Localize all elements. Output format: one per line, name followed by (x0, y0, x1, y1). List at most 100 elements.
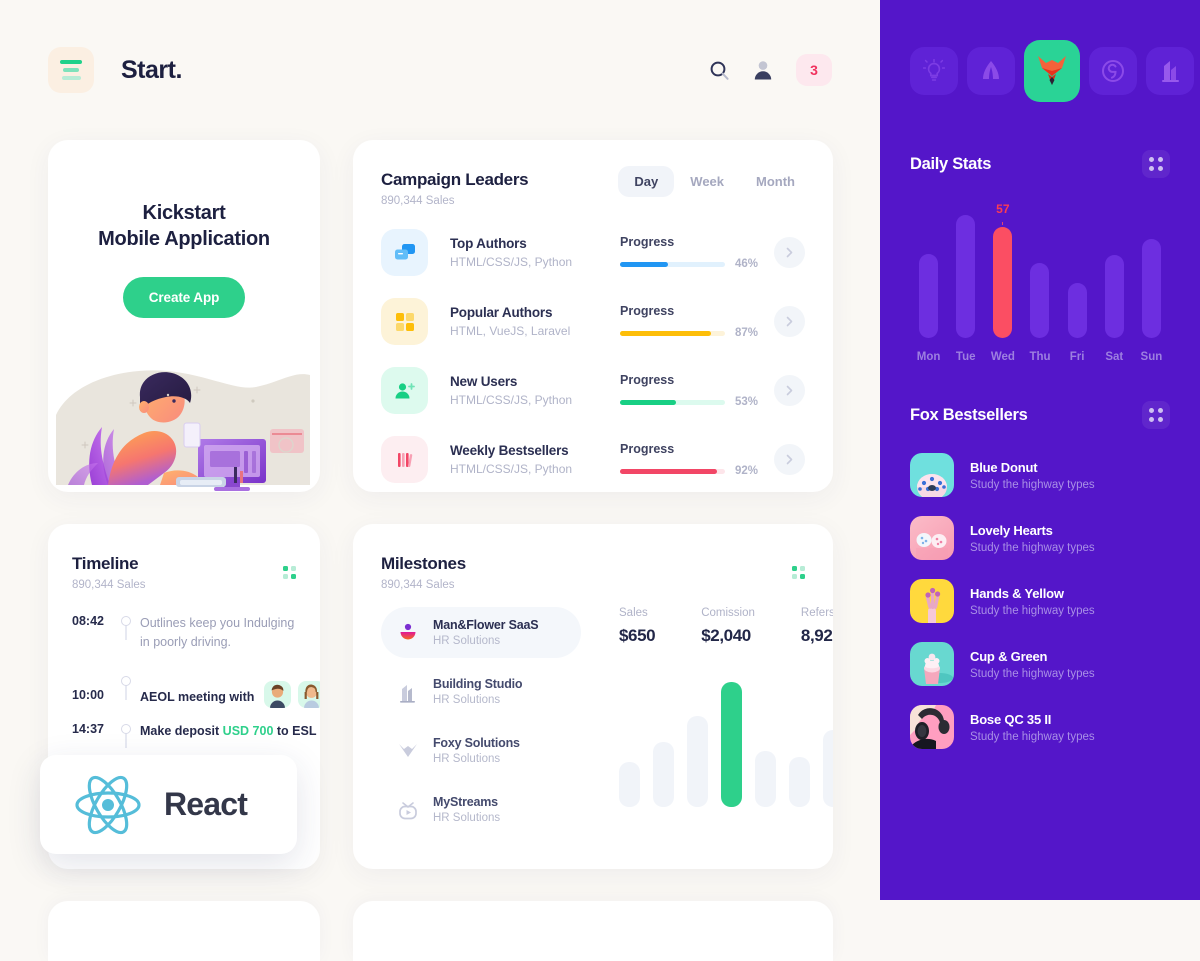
hamburger-menu-icon[interactable] (48, 47, 94, 93)
chevron-right-icon[interactable] (774, 444, 805, 475)
building-icon[interactable] (1146, 47, 1194, 95)
right-column-top: Campaign Leaders 890,344 Sales Day Week … (353, 140, 833, 492)
campaign-row[interactable]: New Users HTML/CSS/JS, Python Progress 5… (381, 367, 805, 414)
progress-percent: 53% (735, 396, 759, 408)
progress-percent: 92% (735, 465, 759, 477)
campaign-row[interactable]: Popular Authors HTML, VueJS, Laravel Pro… (381, 298, 805, 345)
search-icon[interactable] (709, 60, 730, 81)
stat-value: $2,040 (701, 626, 751, 645)
timeline-text-before: Make deposit (140, 724, 223, 738)
drag-grip-icon[interactable] (1142, 150, 1170, 178)
bestseller-name: Cup & Green (970, 648, 1048, 664)
lightbulb-icon[interactable] (910, 47, 958, 95)
dots-grid-icon[interactable] (283, 566, 296, 579)
bestseller-name: Blue Donut (970, 459, 1038, 475)
x-tick-label: Sun (1140, 351, 1163, 363)
milestone-company-row[interactable]: MyStreams HR Solutions (381, 784, 581, 835)
x-tick-label: Wed (990, 351, 1015, 363)
progress-track (620, 399, 725, 405)
daily-stats-chart: 57 (910, 202, 1170, 338)
chart-column (1021, 206, 1058, 338)
right-sidebar: Daily Stats 57 Mon Tue Wed Thu Fri Sat S… (880, 0, 1200, 900)
react-badge-card[interactable]: React (40, 755, 297, 854)
milestones-subtitle: 890,344 Sales (381, 579, 455, 591)
avatar (264, 680, 292, 708)
bottom-card-right (353, 901, 833, 961)
x-tick-label: Thu (1029, 351, 1051, 363)
kickstart-title-line1: Kickstart (142, 202, 226, 224)
milestone-company-sub: HR Solutions (433, 753, 501, 765)
bose-headphones-thumb (910, 705, 954, 749)
campaign-row[interactable]: Weekly Bestsellers HTML/CSS/JS, Python P… (381, 436, 805, 483)
timeline-text: Outlines keep you Indulging in poorly dr… (140, 616, 295, 649)
number-nine-icon[interactable] (1089, 47, 1137, 95)
chevron-right-icon[interactable] (774, 237, 805, 268)
list-item[interactable]: Hands & Yellow Study the highway types (910, 579, 1170, 623)
milestone-company-meta: Foxy Solutions HR Solutions (433, 736, 520, 765)
sidebar-nav-icons (910, 40, 1194, 102)
chart-bar (1104, 254, 1124, 338)
chart-bar (823, 729, 833, 807)
progress-fill (620, 468, 717, 474)
bestseller-sub: Study the highway types (970, 541, 1095, 554)
chart-bar (956, 215, 976, 338)
milestone-company-row[interactable]: Man&Flower SaaS HR Solutions (381, 607, 581, 658)
notification-badge[interactable]: 3 (796, 54, 832, 86)
progress-fill (620, 261, 669, 267)
create-app-button[interactable]: Create App (122, 276, 246, 318)
list-item[interactable]: Cup & Green Study the highway types (910, 642, 1170, 686)
fox-chevron-icon (395, 741, 421, 761)
timeline-text: Make deposit USD 700 to ESL (140, 721, 316, 741)
books-icon (381, 436, 428, 483)
list-item[interactable]: Blue Donut Study the highway types (910, 453, 1170, 497)
chevron-right-icon[interactable] (774, 306, 805, 337)
list-item[interactable]: Lovely Hearts Study the highway types (910, 516, 1170, 560)
bestseller-meta: Hands & Yellow Study the highway types (970, 586, 1095, 617)
campaign-row-meta: New Users HTML/CSS/JS, Python (450, 374, 620, 407)
user-plus-icon (381, 367, 428, 414)
drag-grip-icon[interactable] (1142, 401, 1170, 429)
milestones-card: Milestones 890,344 Sales Man&Flower SaaS… (353, 524, 833, 869)
campaign-leaders-card: Campaign Leaders 890,344 Sales Day Week … (353, 140, 833, 492)
react-atom-icon (75, 775, 141, 834)
fox-logo-icon[interactable] (1024, 40, 1080, 102)
user-avatar-icon[interactable] (752, 59, 774, 81)
left-column-top: Kickstart Mobile Application Create App (48, 140, 320, 492)
tab-month[interactable]: Month (740, 166, 811, 197)
milestones-bar-chart (619, 682, 833, 807)
chevron-right-icon[interactable] (774, 375, 805, 406)
dots-grid-icon[interactable] (792, 566, 805, 579)
progress-track (620, 468, 725, 474)
chart-bar-highlighted (721, 682, 742, 807)
tab-week[interactable]: Week (674, 166, 740, 197)
timeline-item[interactable]: 10:00 AEOL meeting with (72, 667, 320, 721)
campaign-row-progress: Progress 46% (620, 235, 765, 270)
chart-bar (619, 762, 640, 807)
campaign-row-tech: HTML/CSS/JS, Python (450, 462, 573, 476)
campaign-row-tech: HTML/CSS/JS, Python (450, 393, 573, 407)
progress-label: Progress (620, 235, 675, 249)
chart-bar (687, 715, 708, 807)
top-header: Start. 3 (0, 0, 880, 140)
campaign-row-meta: Weekly Bestsellers HTML/CSS/JS, Python (450, 443, 620, 476)
stat-label: Comission (701, 607, 755, 619)
milestones-stats-panel: Sales $650 Comission $2,040 Refers 8,926 (581, 607, 833, 843)
chart-bar (919, 253, 939, 338)
campaign-row-progress: Progress 92% (620, 442, 765, 477)
chart-column-highlighted: 57 (984, 202, 1021, 338)
campaign-row[interactable]: Top Authors HTML/CSS/JS, Python Progress… (381, 229, 805, 276)
chart-column (1059, 206, 1096, 338)
timeline-time: 10:00 (72, 687, 104, 702)
campaign-period-tabs: Day Week Month (618, 166, 811, 197)
timeline-header: Timeline 890,344 Sales (72, 554, 296, 591)
campaign-row-name: New Users (450, 374, 518, 389)
x-tick-label: Tue (955, 351, 976, 363)
list-item[interactable]: Bose QC 35 II Study the highway types (910, 705, 1170, 749)
milestone-company-sub: HR Solutions (433, 812, 501, 824)
arch-icon[interactable] (967, 47, 1015, 95)
timeline-item[interactable]: 08:42 Outlines keep you Indulging in poo… (72, 613, 296, 667)
milestone-company-row[interactable]: Foxy Solutions HR Solutions (381, 725, 581, 776)
x-tick-label: Fri (1069, 351, 1085, 363)
tab-day[interactable]: Day (618, 166, 675, 197)
milestone-company-row[interactable]: Building Studio HR Solutions (381, 666, 581, 717)
